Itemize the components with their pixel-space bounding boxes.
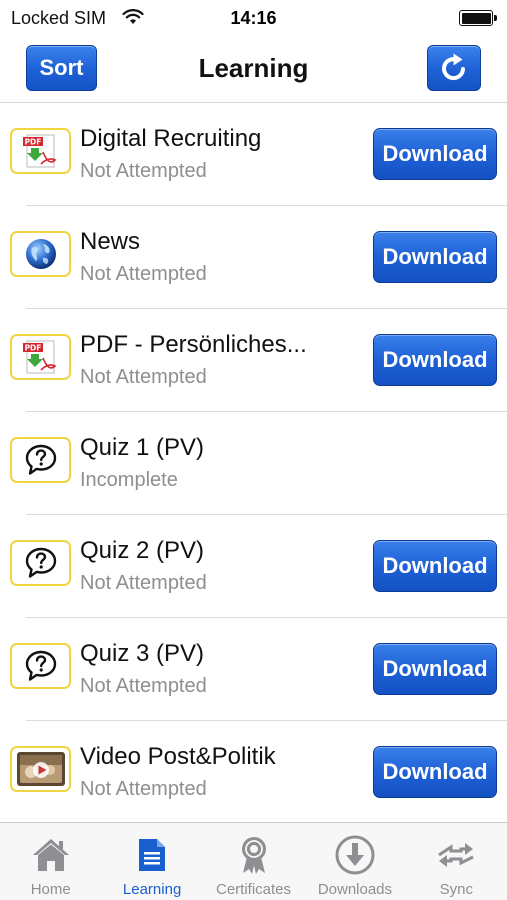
document-icon (130, 833, 174, 877)
quiz-icon (10, 437, 71, 483)
download-button[interactable]: Download (373, 746, 497, 798)
item-status: Incomplete (80, 469, 178, 491)
learning-list: PDF Digital Recruiting Not Attempted Dow… (0, 103, 507, 824)
list-item[interactable]: PDF PDF - Persönliches... Not Attempted … (0, 309, 507, 412)
tab-downloads[interactable]: Downloads (304, 823, 405, 900)
tab-sync[interactable]: Sync (406, 823, 507, 900)
tab-bar: Home Learning Certificates Downloads Syn… (0, 822, 507, 900)
download-button[interactable]: Download (373, 334, 497, 386)
tab-certificates[interactable]: Certificates (203, 823, 304, 900)
svg-text:PDF: PDF (24, 138, 41, 147)
tab-learning[interactable]: Learning (101, 823, 202, 900)
item-title: PDF - Persönliches... (80, 331, 307, 358)
list-item[interactable]: Quiz 2 (PV) Not Attempted Download (0, 515, 507, 618)
download-button[interactable]: Download (373, 231, 497, 283)
sync-icon (434, 833, 478, 877)
download-button[interactable]: Download (373, 643, 497, 695)
tab-label: Downloads (317, 881, 393, 898)
clock: 14:16 (230, 8, 277, 28)
list-item[interactable]: PDF Digital Recruiting Not Attempted Dow… (0, 103, 507, 206)
refresh-icon (442, 53, 465, 81)
tab-home[interactable]: Home (0, 823, 101, 900)
item-status: Not Attempted (80, 778, 207, 800)
video-icon (10, 746, 71, 792)
tab-label: Certificates (216, 881, 292, 898)
item-status: Not Attempted (80, 263, 207, 285)
quiz-icon (10, 540, 71, 586)
item-status: Not Attempted (80, 572, 207, 594)
download-button[interactable]: Download (373, 128, 497, 180)
list-item[interactable]: News Not Attempted Download (0, 206, 507, 309)
download-circle-icon (333, 833, 377, 877)
svg-text:PDF: PDF (24, 344, 41, 353)
ribbon-icon (232, 833, 276, 877)
item-title: Video Post&Politik (80, 743, 276, 770)
item-status: Not Attempted (80, 160, 207, 182)
list-item[interactable]: Quiz 3 (PV) Not Attempted Download (0, 618, 507, 721)
item-title: Quiz 3 (PV) (80, 640, 205, 667)
home-icon (29, 833, 73, 877)
status-bar: Locked SIM 14:16 (0, 0, 507, 36)
item-title: News (80, 228, 141, 255)
item-status: Not Attempted (80, 675, 207, 697)
pdf-icon: PDF (10, 128, 71, 174)
globe-icon (10, 231, 71, 277)
quiz-icon (10, 643, 71, 689)
refresh-button[interactable] (427, 45, 481, 91)
pdf-icon: PDF (10, 334, 71, 380)
tab-label: Home (30, 881, 71, 898)
list-item[interactable]: Quiz 1 (PV) Incomplete (0, 412, 507, 515)
download-button[interactable]: Download (373, 540, 497, 592)
item-status: Not Attempted (80, 366, 207, 388)
list-item[interactable]: Video Post&Politik Not Attempted Downloa… (0, 721, 507, 824)
item-title: Quiz 2 (PV) (80, 537, 205, 564)
tab-label: Sync (439, 881, 473, 898)
battery-icon (459, 10, 497, 26)
navigation-bar: Sort Learning (0, 36, 507, 103)
tab-label: Learning (122, 881, 182, 898)
item-title: Digital Recruiting (80, 125, 262, 152)
item-title: Quiz 1 (PV) (80, 434, 205, 461)
